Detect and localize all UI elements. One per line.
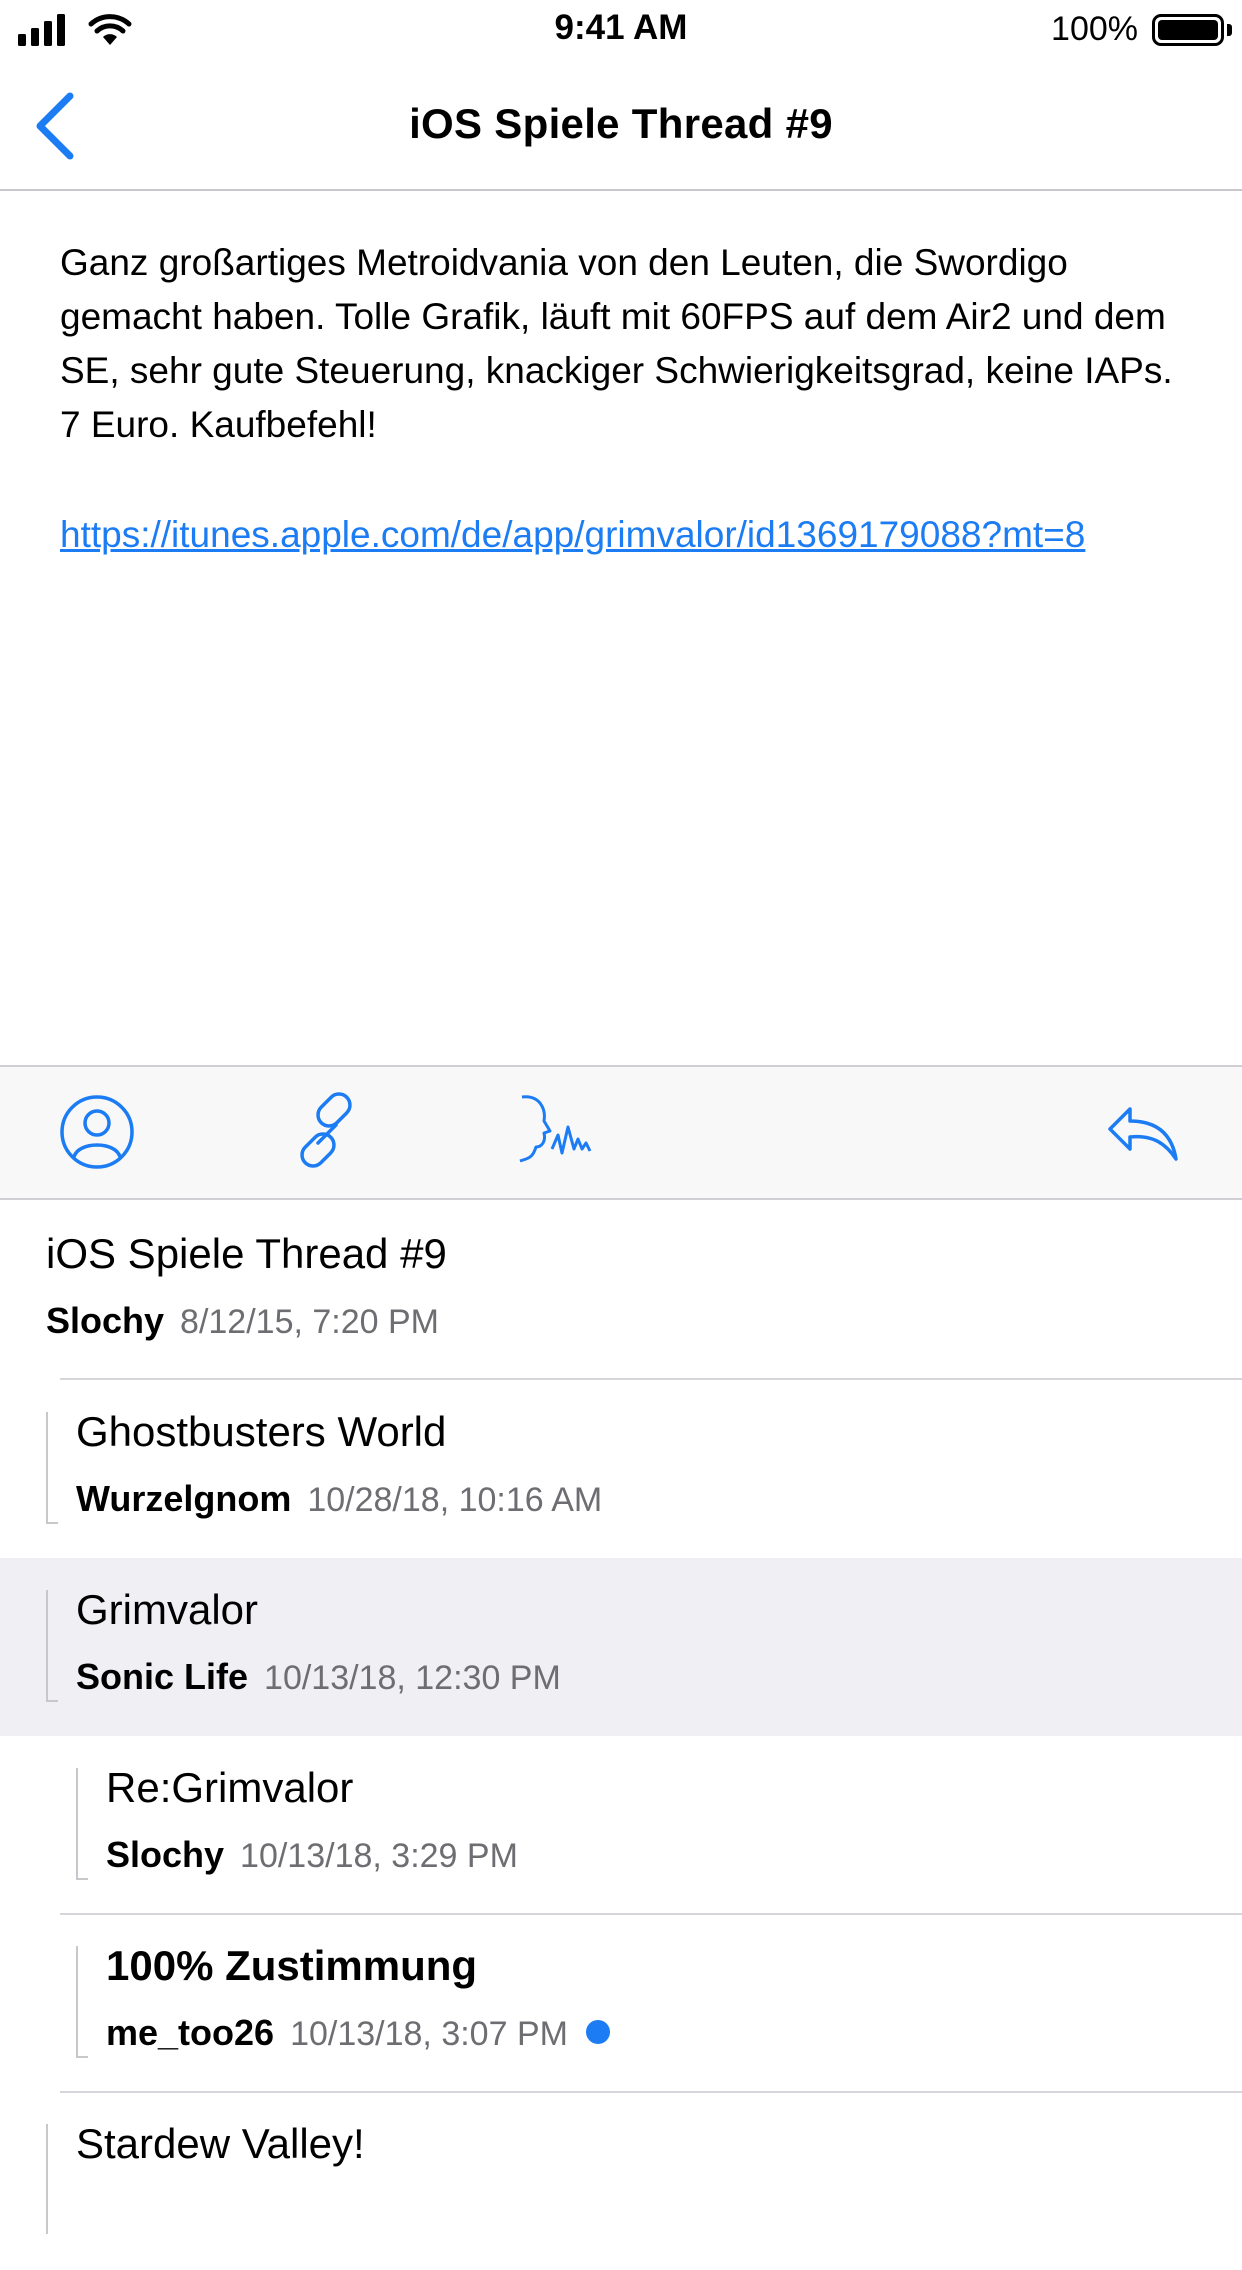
status-bar: 9:41 AM 100% [0,0,1242,60]
thread-title: Ghostbusters World [76,1408,447,1455]
unread-indicator-icon [585,2020,610,2045]
thread-meta: Wurzelgnom 10/28/18, 10:16 AM [76,1478,602,1520]
reply-button[interactable] [1100,1087,1190,1177]
tree-connector [76,1768,88,1880]
thread-meta: Slochy 8/12/15, 7:20 PM [46,1300,439,1342]
thread-row-4[interactable]: 100% Zustimmung me_too26 10/13/18, 3:07 P… [0,1914,1242,2093]
thread-title: Grimvalor [76,1586,259,1633]
tree-connector [76,1946,88,2058]
tree-connector [46,2124,58,2234]
thread-row-1[interactable]: Ghostbusters World Wurzelgnom 10/28/18, 1… [0,1380,1242,1558]
thread-meta: me_too26 10/13/18, 3:07 PM [106,2012,610,2054]
battery-icon [1152,14,1224,46]
thread-meta: Sonic Life 10/13/18, 12:30 PM [76,1656,561,1698]
thread-row-5[interactable]: Stardew Valley! [0,2092,1242,2270]
post-link[interactable]: https://itunes.apple.com/de/app/grimvalo… [60,508,1190,562]
page-title: iOS Spiele Thread #9 [409,100,833,147]
navigation-bar: iOS Spiele Thread #9 [0,60,1242,191]
thread-author: me_too26 [106,2012,275,2053]
profile-icon [60,1095,134,1169]
thread-author: Wurzelgnom [76,1478,292,1519]
thread-title: 100% Zustimmung [106,1942,478,1989]
thread-author: Sonic Life [76,1656,249,1697]
thread-date: 10/28/18, 10:16 AM [307,1481,603,1519]
link-button[interactable] [282,1087,372,1177]
thread-row-3[interactable]: Re:Grimvalor Slochy 10/13/18, 3:29 PM [0,1736,1242,1915]
thread-title: Re:Grimvalor [106,1764,354,1811]
thread-date: 10/13/18, 12:30 PM [264,1659,561,1697]
thread-title: iOS Spiele Thread #9 [46,1230,447,1277]
thread-row-0[interactable]: iOS Spiele Thread #9 Slochy 8/12/15, 7:20… [0,1202,1242,1380]
thread-author: Slochy [106,1834,225,1875]
thread-title: Stardew Valley! [76,2120,365,2167]
post-body: Ganz großartiges Metroidvania von den Le… [60,242,1173,445]
battery-percent: 100% [1051,10,1138,48]
link-icon [300,1092,352,1168]
post-toolbar [0,1065,1242,1200]
tree-connector [46,1590,58,1702]
profile-button[interactable] [52,1087,142,1177]
thread-date: 10/13/18, 3:29 PM [240,1837,518,1875]
speak-icon [519,1095,592,1163]
tree-connector [46,1412,58,1524]
thread-date: 10/13/18, 3:07 PM [290,2015,568,2053]
thread-author: Slochy [46,1300,165,1341]
thread-row-2[interactable]: Grimvalor Sonic Life 10/13/18, 12:30 PM [0,1558,1242,1736]
thread-meta: Slochy 10/13/18, 3:29 PM [106,1834,518,1876]
thread-date: 8/12/15, 7:20 PM [180,1303,439,1341]
speak-button[interactable] [512,1087,602,1177]
battery-tip [1227,24,1232,36]
reply-icon [1108,1107,1178,1161]
